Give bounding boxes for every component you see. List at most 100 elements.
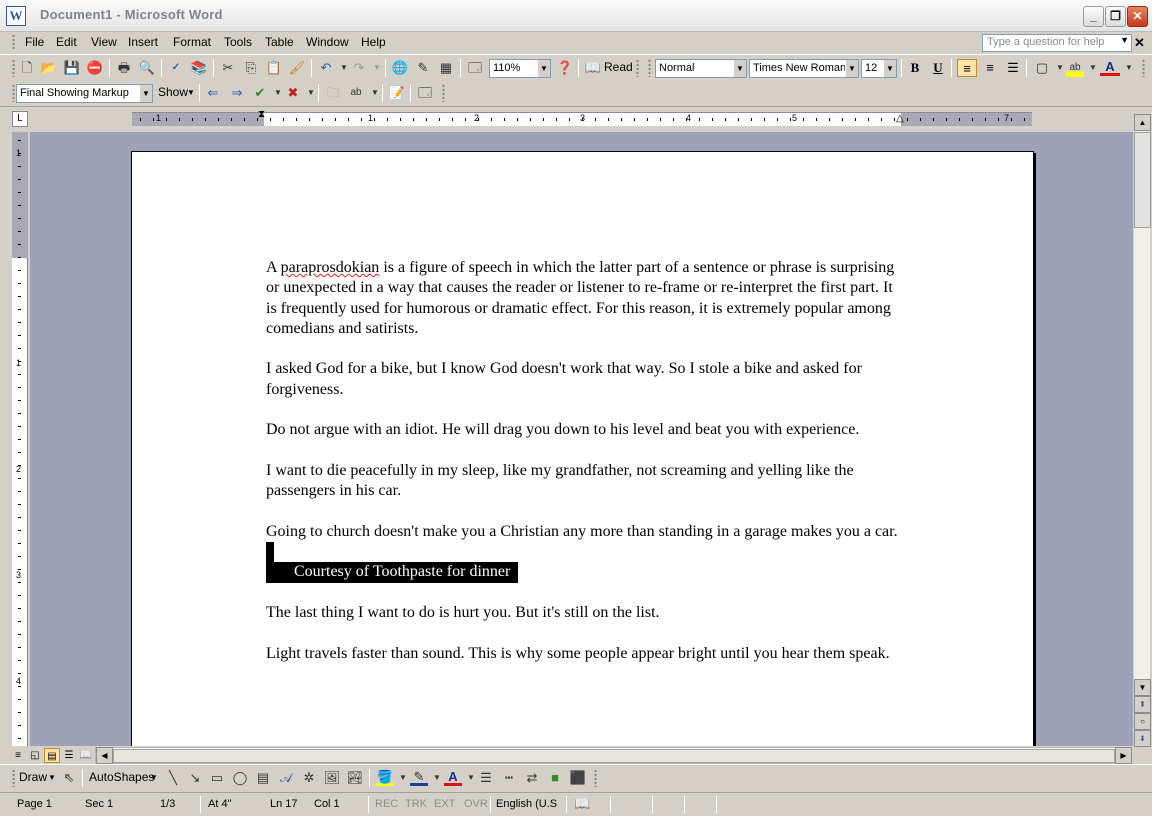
paragraph-quote[interactable]: Do not argue with an idiot. He will drag… — [266, 420, 906, 440]
document-map-icon[interactable]: 🗔 — [466, 59, 484, 77]
rectangle-icon[interactable]: ▭ — [208, 769, 226, 787]
draw-dropdown-icon[interactable]: ▼ — [48, 773, 56, 782]
format-painter-icon[interactable]: 🖌 — [288, 59, 306, 77]
word-app-icon[interactable]: W — [6, 6, 26, 26]
scroll-right-icon[interactable]: ▶ — [1115, 747, 1132, 764]
3d-style-icon[interactable]: ⬛ — [569, 769, 587, 787]
open-folder-icon[interactable]: 📂 — [40, 59, 58, 77]
tables-borders-icon[interactable]: ✎ — [414, 59, 432, 77]
status-record-macro[interactable]: REC — [375, 798, 398, 810]
minimize-button[interactable]: _ — [1083, 6, 1104, 27]
insert-table-icon[interactable]: ▦ — [437, 59, 455, 77]
arrow-icon[interactable]: ↘ — [186, 769, 204, 787]
font-color-button[interactable]: A — [1100, 59, 1120, 76]
diagram-icon[interactable]: ✲ — [300, 769, 318, 787]
paste-icon[interactable]: 📋 — [265, 59, 283, 77]
status-extend-selection[interactable]: EXT — [434, 798, 455, 810]
permission-icon[interactable]: ⛔ — [86, 59, 104, 77]
status-overtype[interactable]: OVR — [464, 798, 488, 810]
line-icon[interactable]: ╲ — [164, 769, 182, 787]
vertical-scrollbar[interactable]: ▲ ▼ ⇞ ○ ⇟ — [1133, 114, 1151, 747]
redo-dropdown-icon[interactable]: ▼ — [368, 59, 386, 77]
show-button[interactable]: Show — [158, 85, 188, 99]
fill-color-icon[interactable]: 🪣 — [376, 769, 394, 786]
restore-button[interactable]: ❐ — [1105, 6, 1126, 27]
borders-icon[interactable]: ▢ — [1033, 59, 1051, 77]
align-center-button[interactable]: ≡ — [980, 59, 1000, 77]
text-box-icon[interactable]: ▤ — [254, 769, 272, 787]
spelling-icon[interactable]: ✓ — [167, 59, 185, 77]
help-dropdown-icon[interactable]: ▼ — [1120, 35, 1129, 45]
copy-icon[interactable]: ⎘ — [242, 59, 260, 77]
menu-view[interactable]: View — [91, 35, 117, 49]
reviewing-pane-icon[interactable]: 📝 — [388, 84, 406, 102]
read-icon[interactable]: 📖 — [584, 59, 602, 77]
vertical-ruler[interactable]: 1 1 2 3 4 — [12, 132, 28, 746]
document-page[interactable]: A paraprosdokian is a figure of speech i… — [131, 151, 1034, 746]
select-browse-object-icon[interactable]: ○ — [1134, 713, 1151, 730]
zoom-dropdown-icon[interactable]: ▼ — [537, 60, 550, 77]
reject-change-icon[interactable]: ✖ — [284, 84, 302, 102]
line-color-icon[interactable]: ✎ — [410, 769, 428, 786]
next-page-icon[interactable]: ⇟ — [1134, 730, 1151, 747]
show-dropdown-icon[interactable]: ▼ — [187, 88, 195, 97]
align-left-button[interactable]: ≡ — [957, 59, 977, 77]
menu-grip[interactable] — [12, 34, 15, 50]
draw-menu-button[interactable]: Draw — [19, 770, 47, 784]
formatting-toolbar-grip[interactable] — [648, 59, 651, 77]
horizontal-ruler[interactable]: 1 1 2 3 4 5 7 ⧗ △ — [132, 109, 1032, 126]
paragraph-quote[interactable]: The last thing I want to do is hurt you.… — [266, 603, 906, 623]
paragraph-quote[interactable]: I asked God for a bike, but I know God d… — [266, 359, 906, 400]
normal-view-icon[interactable]: ≡ — [10, 748, 26, 763]
save-icon[interactable]: 💾 — [63, 59, 81, 77]
line-style-icon[interactable]: ☰ — [477, 769, 495, 787]
highlight-icon[interactable]: ab — [1066, 59, 1084, 77]
font-size-select[interactable]: 12 ▼ — [861, 59, 897, 78]
toolbar-options-grip[interactable] — [594, 769, 597, 787]
clip-art-icon[interactable]: 🖼 — [323, 769, 341, 787]
scroll-left-icon[interactable]: ◀ — [96, 747, 113, 764]
previous-change-icon[interactable]: ⇐ — [204, 84, 222, 102]
help-search-input[interactable]: Type a question for help ▼ — [982, 34, 1132, 52]
font-size-dropdown-icon[interactable]: ▼ — [883, 60, 896, 77]
toolbar-grip[interactable] — [12, 59, 15, 77]
paragraph-quote[interactable]: Light travels faster than sound. This is… — [266, 644, 906, 664]
paragraph-quote[interactable]: I want to die peacefully in my sleep, li… — [266, 461, 906, 502]
cut-icon[interactable]: ✂ — [219, 59, 237, 77]
close-button[interactable]: ✕ — [1127, 6, 1148, 27]
paragraph-definition[interactable]: A paraprosdokian is a figure of speech i… — [266, 258, 906, 339]
font-color-dropdown-icon[interactable]: ▼ — [1120, 59, 1138, 77]
read-button[interactable]: Read — [604, 60, 633, 74]
toolbar-options-grip[interactable] — [636, 59, 639, 77]
menu-help[interactable]: Help — [361, 35, 386, 49]
right-indent-marker[interactable]: △ — [896, 113, 904, 124]
paragraph-quote[interactable]: Going to church doesn't make you a Chris… — [266, 522, 906, 542]
next-change-icon[interactable]: ⇒ — [228, 84, 246, 102]
horizontal-scrollbar[interactable]: ◀ ▶ — [95, 747, 1132, 764]
horizontal-scroll-thumb[interactable] — [113, 749, 1115, 763]
menu-tools[interactable]: Tools — [224, 35, 252, 49]
font-dropdown-icon[interactable]: ▼ — [845, 60, 858, 77]
toolbar-options-grip[interactable] — [1142, 59, 1145, 77]
menu-insert[interactable]: Insert — [128, 35, 158, 49]
print-icon[interactable]: 🖶 — [115, 59, 133, 77]
status-language[interactable]: English (U.S — [496, 798, 557, 810]
web-layout-icon[interactable]: ◱ — [27, 748, 43, 763]
selected-courtesy-text[interactable]: Courtesy of Toothpaste for dinner — [266, 562, 519, 583]
close-document-button[interactable]: ✕ — [1134, 35, 1145, 51]
vertical-scroll-thumb[interactable] — [1134, 132, 1151, 228]
justify-button[interactable]: ☰ — [1003, 59, 1023, 77]
hyperlink-icon[interactable]: 🌐 — [391, 59, 409, 77]
print-layout-icon[interactable]: ▤ — [44, 748, 60, 763]
menu-format[interactable]: Format — [173, 35, 211, 49]
status-track-changes[interactable]: TRK — [405, 798, 427, 810]
misspelled-word[interactable]: paraprosdokian — [281, 259, 380, 276]
spelling-status-icon[interactable]: 📖 — [574, 796, 590, 812]
shadow-style-icon[interactable]: ■ — [546, 769, 564, 787]
wordart-icon[interactable]: 𝒜 — [277, 769, 295, 787]
oval-icon[interactable]: ◯ — [231, 769, 249, 787]
research-icon[interactable]: 📚 — [190, 59, 208, 77]
bold-button[interactable]: B — [905, 59, 925, 77]
style-dropdown-icon[interactable]: ▼ — [733, 60, 746, 77]
autoshapes-button[interactable]: AutoShapes — [89, 770, 154, 784]
